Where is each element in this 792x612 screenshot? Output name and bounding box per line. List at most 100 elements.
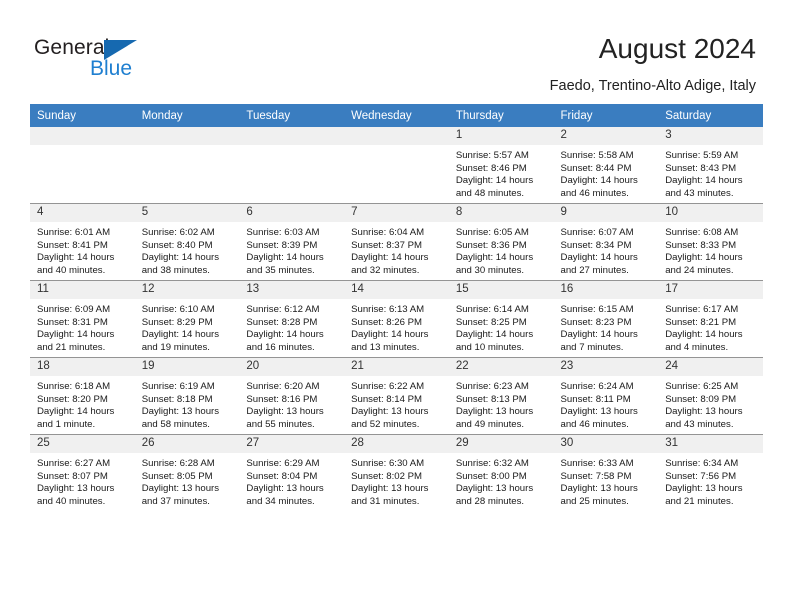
day-sunset-text: Sunset: 8:14 PM bbox=[351, 393, 423, 405]
day-number: 11 bbox=[30, 281, 135, 299]
day-details: Sunrise: 6:07 AM Sunset: 8:34 PM Daylight:… bbox=[554, 222, 659, 277]
day-sunset-text: Sunset: 8:41 PM bbox=[37, 239, 108, 251]
day-sunset-text: Sunset: 8:04 PM bbox=[246, 470, 318, 482]
day-details: Sunrise: 6:23 AM Sunset: 8:13 PM Daylight:… bbox=[449, 376, 554, 431]
day-sunset-text: Sunset: 8:40 PM bbox=[141, 239, 213, 251]
day-number: 19 bbox=[134, 358, 240, 376]
day-number: 6 bbox=[239, 204, 345, 222]
calendar-day-cell[interactable]: 19 Sunrise: 6:19 AM Sunset: 8:18 PM Dayligh… bbox=[134, 357, 240, 435]
day-number: 20 bbox=[239, 358, 345, 376]
day-number: 29 bbox=[448, 435, 554, 453]
day-sunset-text: Sunset: 8:07 PM bbox=[37, 470, 108, 482]
calendar-day-cell[interactable]: 25 Sunrise: 6:27 AM Sunset: 8:07 PM Dayligh… bbox=[30, 434, 135, 511]
day-daylight-1-text: Daylight: 13 hours bbox=[665, 406, 743, 418]
day-sunset-text: Sunset: 8:09 PM bbox=[665, 393, 737, 405]
calendar-day-cell[interactable]: 11 Sunrise: 6:09 AM Sunset: 8:31 PM Dayligh… bbox=[30, 280, 135, 358]
day-daylight-1-text: Daylight: 13 hours bbox=[141, 483, 220, 495]
day-number: 18 bbox=[30, 358, 135, 376]
day-number: 5 bbox=[134, 204, 240, 222]
day-details: Sunrise: 6:28 AM Sunset: 8:05 PM Daylight:… bbox=[135, 453, 240, 508]
calendar-day-cell[interactable]: 24 Sunrise: 6:25 AM Sunset: 8:09 PM Dayligh… bbox=[658, 357, 763, 435]
day-sunrise-text: Sunrise: 6:23 AM bbox=[455, 381, 529, 392]
calendar-day-cell[interactable]: 23 Sunrise: 6:24 AM Sunset: 8:11 PM Dayligh… bbox=[553, 357, 659, 435]
day-daylight-1-text: Daylight: 13 hours bbox=[351, 483, 429, 495]
calendar-day-cell[interactable]: 6 Sunrise: 6:03 AM Sunset: 8:39 PM Daylight… bbox=[239, 203, 345, 281]
day-sunset-text: Sunset: 8:31 PM bbox=[37, 316, 108, 328]
day-daylight-2-text: and 40 minutes. bbox=[37, 495, 106, 507]
calendar-day-cell[interactable]: 10 Sunrise: 6:08 AM Sunset: 8:33 PM Dayligh… bbox=[658, 203, 763, 281]
day-daylight-2-text: and 37 minutes. bbox=[141, 495, 210, 507]
calendar-day-cell[interactable]: 30 Sunrise: 6:33 AM Sunset: 7:58 PM Dayligh… bbox=[553, 434, 659, 511]
weekday-header-thursday: Thursday bbox=[448, 104, 554, 127]
calendar-grid: Sunday Monday Tuesday Wednesday Thursday Frid… bbox=[30, 104, 763, 511]
day-daylight-2-text: and 21 minutes. bbox=[665, 495, 734, 507]
day-sunrise-text: Sunrise: 6:03 AM bbox=[246, 227, 320, 238]
day-details: Sunrise: 6:13 AM Sunset: 8:26 PM Daylight:… bbox=[344, 299, 449, 354]
day-daylight-2-text: and 49 minutes. bbox=[455, 418, 525, 430]
calendar-day-cell[interactable]: 3 Sunrise: 5:59 AM Sunset: 8:43 PM Daylight… bbox=[658, 127, 763, 204]
calendar-day-cell[interactable]: 8 Sunrise: 6:05 AM Sunset: 8:36 PM Daylight… bbox=[448, 203, 554, 281]
calendar-day-cell[interactable]: 27 Sunrise: 6:29 AM Sunset: 8:04 PM Dayligh… bbox=[239, 434, 345, 511]
day-sunset-text: Sunset: 7:58 PM bbox=[560, 470, 632, 482]
day-daylight-2-text: and 19 minutes. bbox=[141, 341, 210, 353]
calendar-day-cell[interactable]: 14 Sunrise: 6:13 AM Sunset: 8:26 PM Dayligh… bbox=[344, 280, 449, 358]
day-details: Sunrise: 6:17 AM Sunset: 8:21 PM Daylight:… bbox=[658, 299, 763, 354]
calendar-day-cell[interactable]: 17 Sunrise: 6:17 AM Sunset: 8:21 PM Dayligh… bbox=[658, 280, 763, 358]
calendar-day-cell[interactable]: 15 Sunrise: 6:14 AM Sunset: 8:25 PM Dayligh… bbox=[448, 280, 554, 358]
day-sunrise-text: Sunrise: 6:08 AM bbox=[665, 227, 739, 238]
calendar-day-cell[interactable]: 7 Sunrise: 6:04 AM Sunset: 8:37 PM Daylight… bbox=[344, 203, 449, 281]
calendar-day-cell[interactable]: 5 Sunrise: 6:02 AM Sunset: 8:40 PM Daylight… bbox=[134, 203, 240, 281]
day-daylight-1-text: Daylight: 14 hours bbox=[246, 252, 324, 264]
calendar-day-cell[interactable]: 9 Sunrise: 6:07 AM Sunset: 8:34 PM Daylight… bbox=[553, 203, 659, 281]
logo[interactable]: General Blue bbox=[34, 36, 204, 84]
day-details: Sunrise: 6:14 AM Sunset: 8:25 PM Daylight:… bbox=[449, 299, 554, 354]
day-number: 7 bbox=[344, 204, 449, 222]
calendar-day-cell[interactable]: 18 Sunrise: 6:18 AM Sunset: 8:20 PM Dayligh… bbox=[30, 357, 135, 435]
day-number: 3 bbox=[658, 127, 763, 145]
calendar-day-cell[interactable]: 20 Sunrise: 6:20 AM Sunset: 8:16 PM Dayligh… bbox=[239, 357, 345, 435]
calendar-day-cell[interactable]: 21 Sunrise: 6:22 AM Sunset: 8:14 PM Dayligh… bbox=[344, 357, 449, 435]
day-details: Sunrise: 6:34 AM Sunset: 7:56 PM Daylight:… bbox=[658, 453, 763, 508]
calendar-day-cell[interactable]: 2 Sunrise: 5:58 AM Sunset: 8:44 PM Daylight… bbox=[553, 127, 659, 204]
day-details: Sunrise: 5:58 AM Sunset: 8:44 PM Daylight:… bbox=[554, 145, 659, 200]
day-number: 27 bbox=[239, 435, 345, 453]
day-number: 21 bbox=[344, 358, 449, 376]
day-details: Sunrise: 6:27 AM Sunset: 8:07 PM Daylight:… bbox=[30, 453, 135, 508]
calendar-day-cell[interactable]: 4 Sunrise: 6:01 AM Sunset: 8:41 PM Daylight… bbox=[30, 203, 135, 281]
day-daylight-1-text: Daylight: 14 hours bbox=[141, 252, 220, 264]
calendar-day-cell[interactable]: 22 Sunrise: 6:23 AM Sunset: 8:13 PM Dayligh… bbox=[448, 357, 554, 435]
day-daylight-1-text: Daylight: 13 hours bbox=[455, 406, 534, 418]
day-daylight-1-text: Daylight: 14 hours bbox=[560, 252, 638, 264]
day-daylight-2-text: and 10 minutes. bbox=[455, 341, 525, 353]
calendar-page: General Blue August 2024 Faedo, Trentino… bbox=[0, 0, 792, 612]
calendar-day-cell[interactable]: 13 Sunrise: 6:12 AM Sunset: 8:28 PM Dayligh… bbox=[239, 280, 345, 358]
calendar-day-cell[interactable]: 31 Sunrise: 6:34 AM Sunset: 7:56 PM Dayligh… bbox=[658, 434, 763, 511]
day-sunset-text: Sunset: 8:05 PM bbox=[141, 470, 213, 482]
logo-blue-text: Blue bbox=[90, 57, 133, 80]
page-title: August 2024 bbox=[598, 33, 756, 64]
day-details: Sunrise: 6:18 AM Sunset: 8:20 PM Daylight:… bbox=[30, 376, 135, 431]
day-daylight-2-text: and 27 minutes. bbox=[560, 264, 629, 276]
day-number bbox=[239, 127, 345, 145]
calendar-week-row: 11 Sunrise: 6:09 AM Sunset: 8:31 PM Dayligh… bbox=[30, 280, 763, 358]
calendar-day-cell[interactable]: 1 Sunrise: 5:57 AM Sunset: 8:46 PM Daylight… bbox=[448, 127, 554, 204]
day-details: Sunrise: 6:32 AM Sunset: 8:00 PM Daylight:… bbox=[449, 453, 554, 508]
calendar-week-row: 4 Sunrise: 6:01 AM Sunset: 8:41 PM Daylight… bbox=[30, 203, 763, 281]
day-sunrise-text: Sunrise: 5:57 AM bbox=[455, 150, 529, 161]
day-sunrise-text: Sunrise: 6:07 AM bbox=[560, 227, 634, 238]
day-daylight-2-text: and 28 minutes. bbox=[455, 495, 525, 507]
day-details: Sunrise: 6:20 AM Sunset: 8:16 PM Daylight:… bbox=[239, 376, 344, 431]
day-details: Sunrise: 6:19 AM Sunset: 8:18 PM Daylight:… bbox=[135, 376, 240, 431]
day-daylight-2-text: and 32 minutes. bbox=[351, 264, 420, 276]
day-sunset-text: Sunset: 8:18 PM bbox=[141, 393, 213, 405]
calendar-day-cell[interactable]: 12 Sunrise: 6:10 AM Sunset: 8:29 PM Dayligh… bbox=[134, 280, 240, 358]
day-details: Sunrise: 6:24 AM Sunset: 8:11 PM Daylight:… bbox=[554, 376, 659, 431]
calendar-day-cell[interactable]: 28 Sunrise: 6:30 AM Sunset: 8:02 PM Dayligh… bbox=[344, 434, 449, 511]
day-details: Sunrise: 6:33 AM Sunset: 7:58 PM Daylight:… bbox=[554, 453, 659, 508]
calendar-day-cell[interactable]: 29 Sunrise: 6:32 AM Sunset: 8:00 PM Dayligh… bbox=[448, 434, 554, 511]
calendar-day-cell[interactable]: 16 Sunrise: 6:15 AM Sunset: 8:23 PM Dayligh… bbox=[553, 280, 659, 358]
day-daylight-1-text: Daylight: 14 hours bbox=[246, 329, 324, 341]
day-sunrise-text: Sunrise: 6:27 AM bbox=[37, 458, 111, 469]
calendar-day-cell-empty bbox=[30, 127, 135, 204]
calendar-day-cell[interactable]: 26 Sunrise: 6:28 AM Sunset: 8:05 PM Dayligh… bbox=[134, 434, 240, 511]
